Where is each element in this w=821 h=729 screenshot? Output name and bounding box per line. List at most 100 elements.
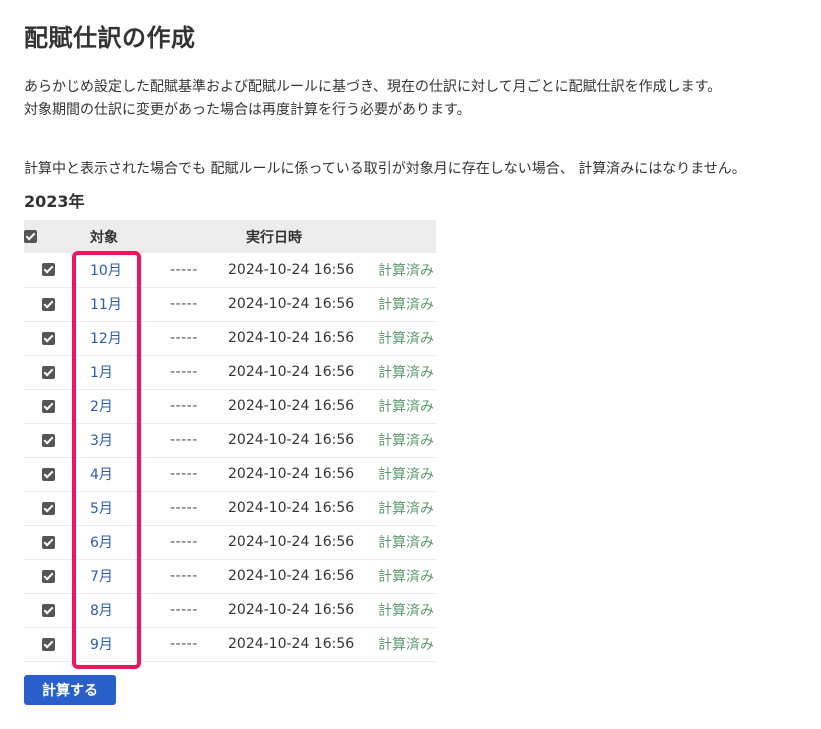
row-checkbox[interactable]	[41, 399, 55, 413]
table-row: 7月 ----- 2024-10-24 16:56 計算済み	[24, 559, 436, 593]
row-executed-at: 2024-10-24 16:56	[228, 534, 355, 550]
table-row: 3月 ----- 2024-10-24 16:56 計算済み	[24, 423, 436, 457]
row-executed-at: 2024-10-24 16:56	[228, 296, 355, 312]
month-link[interactable]: 1月	[90, 365, 113, 381]
calculate-button[interactable]: 計算する	[24, 675, 116, 705]
row-check-cell	[24, 491, 72, 525]
row-executed-at: 2024-10-24 16:56	[228, 364, 355, 380]
table-row: 8月 ----- 2024-10-24 16:56 計算済み	[24, 593, 436, 627]
month-link[interactable]: 7月	[90, 569, 113, 585]
row-status: 計算済み	[378, 399, 434, 415]
select-all-cell	[24, 220, 72, 253]
row-month-cell: 9月	[72, 627, 170, 661]
row-placeholder: -----	[170, 534, 198, 550]
row-placeholder: -----	[170, 330, 198, 346]
row-placeholder: -----	[170, 568, 198, 584]
row-check-cell	[24, 287, 72, 321]
row-status: 計算済み	[378, 603, 434, 619]
month-link[interactable]: 5月	[90, 501, 113, 517]
row-status: 計算済み	[378, 433, 434, 449]
row-executed-at: 2024-10-24 16:56	[228, 636, 355, 652]
row-checkbox[interactable]	[41, 637, 55, 651]
row-month-cell: 2月	[72, 389, 170, 423]
description-line-1: あらかじめ設定した配賦基準および配賦ルールに基づき、現在の仕訳に対して月ごとに配…	[24, 79, 722, 95]
row-placeholder: -----	[170, 500, 198, 516]
month-link[interactable]: 2月	[90, 399, 113, 415]
table-header-row: 対象 実行日時	[24, 220, 436, 253]
row-executed-at: 2024-10-24 16:56	[228, 500, 355, 516]
row-month-cell: 8月	[72, 593, 170, 627]
table-row: 11月 ----- 2024-10-24 16:56 計算済み	[24, 287, 436, 321]
row-placeholder: -----	[170, 261, 198, 278]
row-check-cell	[24, 457, 72, 491]
row-placeholder: -----	[170, 296, 198, 312]
allocation-table: 対象 実行日時 10月 ----- 2024-10-24 16:56 計算済み 11月 -…	[24, 220, 436, 662]
row-status: 計算済み	[378, 637, 434, 653]
row-executed-at: 2024-10-24 16:56	[228, 602, 355, 618]
row-check-cell	[24, 593, 72, 627]
row-status: 計算済み	[378, 535, 434, 551]
row-check-cell	[24, 525, 72, 559]
row-month-cell: 7月	[72, 559, 170, 593]
row-executed-at: 2024-10-24 16:56	[228, 432, 355, 448]
row-placeholder: -----	[170, 364, 198, 380]
row-checkbox[interactable]	[41, 603, 55, 617]
row-checkbox[interactable]	[41, 569, 55, 583]
row-checkbox[interactable]	[41, 467, 55, 481]
row-checkbox[interactable]	[41, 535, 55, 549]
month-link[interactable]: 9月	[90, 637, 113, 653]
header-status	[378, 220, 436, 253]
table-row: 10月 ----- 2024-10-24 16:56 計算済み	[24, 253, 436, 287]
description-line-2: 対象期間の仕訳に変更があった場合は再度計算を行う必要があります。	[24, 102, 471, 118]
month-link[interactable]: 11月	[90, 297, 122, 313]
row-status: 計算済み	[378, 501, 434, 517]
row-check-cell	[24, 627, 72, 661]
row-month-cell: 6月	[72, 525, 170, 559]
row-month-cell: 4月	[72, 457, 170, 491]
row-placeholder: -----	[170, 398, 198, 414]
row-check-cell	[24, 389, 72, 423]
row-status: 計算済み	[378, 467, 434, 483]
row-check-cell	[24, 559, 72, 593]
row-executed-at: 2024-10-24 16:56	[228, 330, 355, 346]
row-check-cell	[24, 321, 72, 355]
row-executed-at: 2024-10-24 16:56	[228, 398, 355, 414]
row-placeholder: -----	[170, 602, 198, 618]
table-row: 9月 ----- 2024-10-24 16:56 計算済み	[24, 627, 436, 661]
row-status: 計算済み	[378, 569, 434, 585]
row-month-cell: 12月	[72, 321, 170, 355]
month-link[interactable]: 3月	[90, 433, 113, 449]
table-body: 10月 ----- 2024-10-24 16:56 計算済み 11月 ----- 2024…	[24, 253, 436, 661]
row-status: 計算済み	[378, 331, 434, 347]
year-heading: 2023年	[24, 192, 85, 211]
table-row: 1月 ----- 2024-10-24 16:56 計算済み	[24, 355, 436, 389]
row-month-cell: 3月	[72, 423, 170, 457]
row-month-cell: 1月	[72, 355, 170, 389]
month-link[interactable]: 10月	[90, 263, 122, 279]
row-placeholder: -----	[170, 432, 198, 448]
row-check-cell	[24, 355, 72, 389]
row-executed-at: 2024-10-24 16:56	[228, 568, 355, 584]
month-link[interactable]: 12月	[90, 331, 122, 347]
row-checkbox[interactable]	[41, 297, 55, 311]
select-all-checkbox[interactable]	[24, 230, 37, 243]
row-executed-at: 2024-10-24 16:56	[228, 466, 355, 482]
table-row: 6月 ----- 2024-10-24 16:56 計算済み	[24, 525, 436, 559]
row-status: 計算済み	[378, 365, 434, 381]
row-checkbox[interactable]	[41, 331, 55, 345]
row-executed-at: 2024-10-24 16:56	[228, 261, 355, 278]
row-status: 計算済み	[378, 262, 434, 279]
row-placeholder: -----	[170, 636, 198, 652]
month-link[interactable]: 6月	[90, 535, 113, 551]
row-status: 計算済み	[378, 297, 434, 313]
row-placeholder: -----	[170, 466, 198, 482]
month-link[interactable]: 4月	[90, 467, 113, 483]
row-checkbox[interactable]	[41, 365, 55, 379]
row-checkbox[interactable]	[41, 263, 55, 277]
row-check-cell	[24, 423, 72, 457]
month-link[interactable]: 8月	[90, 603, 113, 619]
row-checkbox[interactable]	[41, 433, 55, 447]
row-month-cell: 5月	[72, 491, 170, 525]
row-checkbox[interactable]	[41, 501, 55, 515]
header-target: 対象	[90, 229, 118, 246]
